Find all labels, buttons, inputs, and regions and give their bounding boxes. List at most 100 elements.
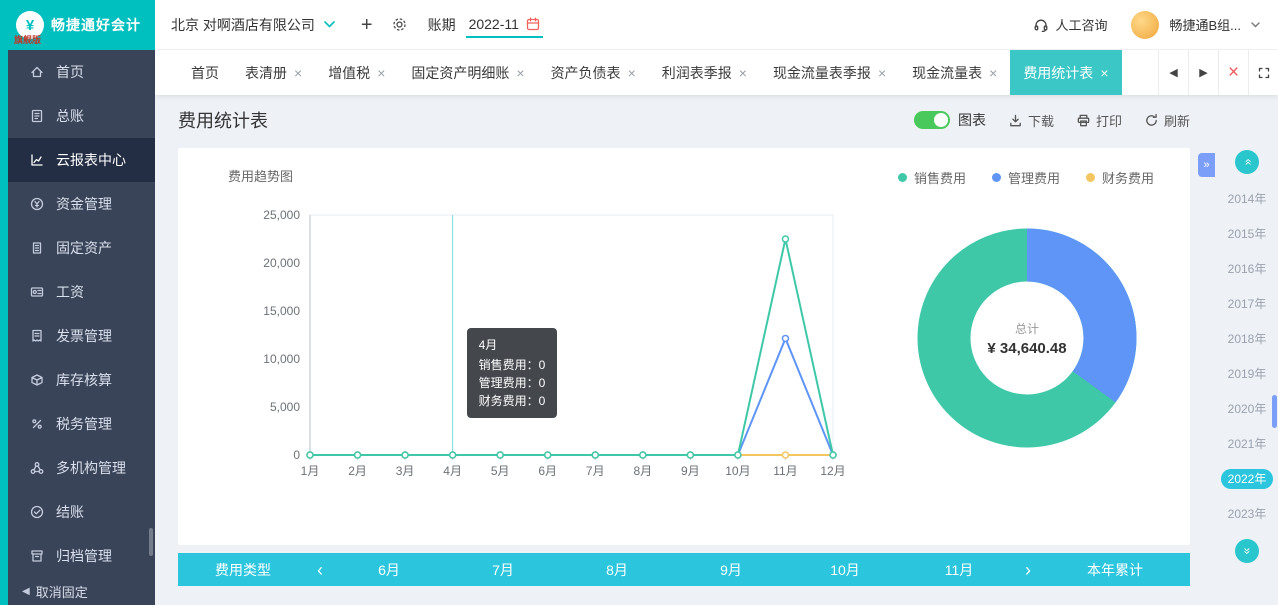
column-month: 8月: [560, 560, 674, 580]
svg-text:0: 0: [293, 448, 300, 462]
svg-text:7月: 7月: [586, 464, 605, 478]
collapse-left-icon: ◀: [22, 586, 30, 597]
sidebar-item-label: 固定资产: [56, 238, 112, 258]
sidebar-menu: 首页 总账 云报表中心 资金管理 固定资产 工资: [8, 50, 155, 578]
year-item-2020[interactable]: 2020年: [1228, 399, 1267, 419]
tab-bar: 首页 表清册 × 增值税 × 固定资产明细账 × 资产负债表 ×: [155, 50, 1278, 95]
gear-icon[interactable]: [391, 16, 408, 33]
refresh-button[interactable]: 刷新: [1144, 111, 1190, 130]
year-item-2014[interactable]: 2014年: [1228, 189, 1267, 209]
edition-badge: 旗舰版: [14, 33, 41, 46]
column-month: 7月: [446, 560, 560, 580]
tab-report-list[interactable]: 表清册 ×: [232, 50, 315, 95]
tab-label: 现金流量表: [912, 63, 982, 83]
sidebar-item-cloud-reports[interactable]: 云报表中心: [8, 138, 155, 182]
close-icon[interactable]: ×: [878, 66, 886, 80]
sidebar-item-inventory[interactable]: 库存核算: [8, 358, 155, 402]
toggle-label: 图表: [958, 110, 986, 130]
add-button[interactable]: +: [361, 15, 373, 35]
close-icon[interactable]: ×: [294, 66, 302, 80]
sidebar-item-payroll[interactable]: 工资: [8, 270, 155, 314]
sidebar-item-closing[interactable]: 结账: [8, 490, 155, 534]
svg-text:10,000: 10,000: [263, 352, 300, 366]
column-year-total: 本年累计: [1040, 560, 1190, 580]
close-tab-button[interactable]: ×: [1218, 50, 1248, 95]
year-item-2016[interactable]: 2016年: [1228, 259, 1267, 279]
app-logo: ¥ 畅捷通好会计 旗舰版: [8, 0, 155, 50]
company-name: 北京 对啊酒店有限公司: [171, 15, 315, 35]
tab-fixed-asset-detail[interactable]: 固定资产明细账 ×: [398, 50, 537, 95]
close-icon[interactable]: ×: [628, 66, 636, 80]
tab-home[interactable]: 首页: [178, 50, 232, 95]
sidebar-item-label: 税务管理: [56, 414, 112, 434]
close-icon[interactable]: ×: [989, 66, 997, 80]
years-scroll-up-button[interactable]: »: [1235, 150, 1259, 174]
sidebar-item-multi-org[interactable]: 多机构管理: [8, 446, 155, 490]
year-item-2023[interactable]: 2023年: [1228, 504, 1267, 524]
sidebar-scrollbar-thumb[interactable]: [149, 528, 153, 556]
tab-income-quarterly[interactable]: 利润表季报 ×: [649, 50, 760, 95]
tab-label: 固定资产明细账: [411, 63, 509, 83]
vertical-scrollbar-thumb[interactable]: [1272, 395, 1277, 428]
period-picker[interactable]: 2022-11: [466, 11, 543, 38]
tab-cashflow-quarterly[interactable]: 现金流量表季报 ×: [760, 50, 899, 95]
unpin-sidebar-button[interactable]: ◀ 取消固定: [8, 578, 155, 605]
top-bar: 北京 对啊酒店有限公司 + 账期 2022-11 人工咨询 畅捷通B组...: [155, 0, 1278, 50]
page-content: 费用统计表 图表 下载 打印: [155, 95, 1278, 605]
legend-item-sales-expense[interactable]: 销售费用: [898, 168, 966, 187]
unpin-label: 取消固定: [36, 582, 88, 601]
sidebar-item-label: 工资: [56, 282, 84, 302]
sidebar-item-funds[interactable]: 资金管理: [8, 182, 155, 226]
page-controls: 图表 下载 打印 刷新: [914, 110, 1190, 130]
svg-text:25,000: 25,000: [263, 208, 300, 222]
tabs-scroll-left-button[interactable]: ◀: [1158, 50, 1188, 95]
sidebar: ¥ 畅捷通好会计 旗舰版 首页 总账 云报表中心 资金管理: [0, 0, 155, 605]
months-prev-button[interactable]: ‹: [308, 561, 332, 579]
company-selector[interactable]: 北京 对啊酒店有限公司: [171, 15, 335, 35]
year-item-2022-selected[interactable]: 2022年: [1221, 469, 1274, 489]
legend-item-finance-expense[interactable]: 财务费用: [1086, 168, 1154, 187]
tab-cashflow[interactable]: 现金流量表 ×: [899, 50, 1010, 95]
column-month: 6月: [332, 560, 446, 580]
close-icon[interactable]: ×: [516, 66, 524, 80]
sidebar-item-home[interactable]: 首页: [8, 50, 155, 94]
months-next-button[interactable]: ›: [1016, 561, 1040, 579]
year-item-2021[interactable]: 2021年: [1228, 434, 1267, 454]
year-item-2017[interactable]: 2017年: [1228, 294, 1267, 314]
year-panel-collapse-handle[interactable]: »: [1198, 153, 1215, 177]
year-item-2015[interactable]: 2015年: [1228, 224, 1267, 244]
sidebar-item-fixed-assets[interactable]: 固定资产: [8, 226, 155, 270]
chevron-down-icon[interactable]: [1251, 22, 1260, 28]
fullscreen-button[interactable]: [1248, 50, 1278, 95]
tabs-scroll-right-button[interactable]: ▶: [1188, 50, 1218, 95]
sidebar-item-tax[interactable]: 税务管理: [8, 402, 155, 446]
tab-expense-statistics[interactable]: 费用统计表 ×: [1010, 50, 1121, 95]
chart-mode-toggle[interactable]: [914, 111, 950, 129]
money-icon: [29, 196, 45, 212]
expense-trend-line-chart: 05,00010,00015,00020,00025,0001月2月3月4月5月…: [248, 188, 848, 498]
svg-text:5月: 5月: [491, 464, 510, 478]
year-item-2019[interactable]: 2019年: [1228, 364, 1267, 384]
year-item-2018[interactable]: 2018年: [1228, 329, 1267, 349]
close-icon[interactable]: ×: [739, 66, 747, 80]
download-button[interactable]: 下载: [1008, 111, 1054, 130]
expense-donut-chart: [912, 223, 1142, 453]
close-icon[interactable]: ×: [377, 66, 385, 80]
tab-balance-sheet[interactable]: 资产负债表 ×: [538, 50, 649, 95]
close-icon[interactable]: ×: [1100, 66, 1108, 80]
expense-table-header: 费用类型 ‹ 6月 7月 8月 9月 10月 11月 › 本年累计: [178, 553, 1190, 586]
print-button[interactable]: 打印: [1076, 111, 1122, 130]
avatar[interactable]: [1131, 11, 1159, 39]
sidebar-item-general-ledger[interactable]: 总账: [8, 94, 155, 138]
sidebar-item-label: 多机构管理: [56, 458, 126, 478]
tab-vat[interactable]: 增值税 ×: [315, 50, 398, 95]
sidebar-item-archive[interactable]: 归档管理: [8, 534, 155, 578]
support-link[interactable]: 人工咨询: [1033, 15, 1107, 34]
app-title: 畅捷通好会计: [51, 15, 141, 35]
user-name[interactable]: 畅捷通B组...: [1169, 15, 1241, 34]
legend-item-admin-expense[interactable]: 管理费用: [992, 168, 1060, 187]
years-scroll-down-button[interactable]: »: [1235, 539, 1259, 563]
sidebar-item-invoices[interactable]: 发票管理: [8, 314, 155, 358]
svg-text:11月: 11月: [773, 464, 797, 478]
sidebar-item-label: 发票管理: [56, 326, 112, 346]
